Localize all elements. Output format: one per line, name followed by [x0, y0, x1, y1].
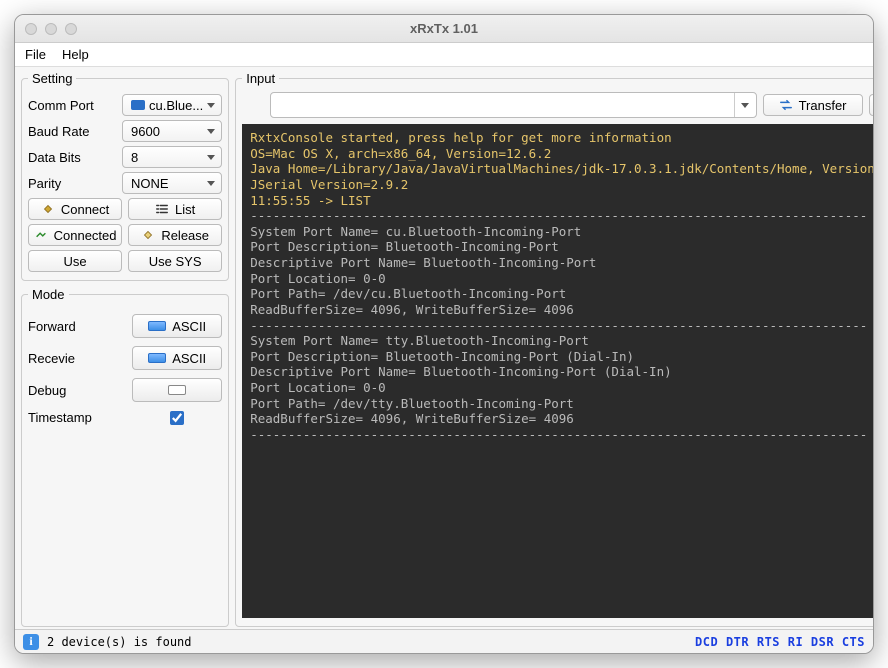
window-controls	[25, 23, 77, 35]
recevie-toggle[interactable]: ASCII	[132, 346, 222, 370]
input-combo[interactable]	[270, 92, 756, 118]
transfer-button[interactable]: Transfer	[763, 94, 863, 116]
debug-toggle[interactable]	[132, 378, 222, 402]
plug-connected-icon	[34, 228, 48, 242]
info-icon: i	[23, 634, 39, 650]
input-bar: Transfer Clear	[242, 90, 873, 124]
list-button[interactable]: List	[128, 198, 222, 220]
recevie-value: ASCII	[172, 351, 206, 366]
forward-value: ASCII	[172, 319, 206, 334]
list-icon	[155, 202, 169, 216]
minimize-icon[interactable]	[45, 23, 57, 35]
input-field[interactable]	[271, 93, 733, 117]
close-icon[interactable]	[25, 23, 37, 35]
data-bits-label: Data Bits	[28, 150, 118, 165]
toggle-knob-icon	[168, 385, 186, 395]
forward-label: Forward	[28, 319, 76, 334]
mode-panel: Mode Forward ASCII Recevie ASCII	[21, 287, 229, 627]
release-icon	[141, 228, 155, 242]
content-area: Setting Comm Port cu.Blue... Baud Rate 9…	[15, 67, 873, 629]
transfer-icon	[779, 98, 793, 112]
mode-legend: Mode	[28, 287, 69, 302]
menu-file[interactable]: File	[25, 47, 46, 62]
toggle-knob-icon	[148, 353, 166, 363]
console-startup: RxtxConsole started, press help for get …	[250, 130, 873, 208]
parity-label: Parity	[28, 176, 118, 191]
debug-label: Debug	[28, 383, 66, 398]
statusbar: i 2 device(s) is found DCD DTR RTS RI DS…	[15, 629, 873, 653]
use-button[interactable]: Use	[28, 250, 122, 272]
timestamp-checkbox[interactable]	[170, 411, 184, 425]
connect-button[interactable]: Connect	[28, 198, 122, 220]
recevie-label: Recevie	[28, 351, 75, 366]
menu-help[interactable]: Help	[62, 47, 89, 62]
signal-indicators: DCD DTR RTS RI DSR CTS	[695, 635, 865, 649]
parity-value: NONE	[131, 176, 169, 191]
input-panel: Input Transfer	[235, 71, 873, 627]
plug-icon	[41, 202, 55, 216]
baud-rate-select[interactable]: 9600	[122, 120, 222, 142]
maximize-icon[interactable]	[65, 23, 77, 35]
baud-rate-value: 9600	[131, 124, 160, 139]
status-message: 2 device(s) is found	[47, 635, 192, 649]
comm-port-label: Comm Port	[28, 98, 118, 113]
clear-button[interactable]: Clear	[869, 94, 873, 116]
setting-panel: Setting Comm Port cu.Blue... Baud Rate 9…	[21, 71, 229, 281]
use-sys-button[interactable]: Use SYS	[128, 250, 222, 272]
titlebar: xRxTx 1.01	[15, 15, 873, 43]
left-panel: Setting Comm Port cu.Blue... Baud Rate 9…	[21, 71, 229, 627]
timestamp-label: Timestamp	[28, 410, 92, 425]
window-title: xRxTx 1.01	[15, 21, 873, 36]
parity-select[interactable]: NONE	[122, 172, 222, 194]
data-bits-select[interactable]: 8	[122, 146, 222, 168]
comm-port-select[interactable]: cu.Blue...	[122, 94, 222, 116]
baud-rate-label: Baud Rate	[28, 124, 118, 139]
toggle-knob-icon	[148, 321, 166, 331]
chevron-down-icon[interactable]	[734, 93, 756, 117]
port-icon	[131, 100, 145, 110]
forward-toggle[interactable]: ASCII	[132, 314, 222, 338]
release-button[interactable]: Release	[128, 224, 222, 246]
app-window: xRxTx 1.01 File Help Setting Comm Port c…	[14, 14, 874, 654]
data-bits-value: 8	[131, 150, 138, 165]
right-panel: Input Transfer	[235, 71, 873, 627]
console-output[interactable]: RxtxConsole started, press help for get …	[242, 124, 873, 618]
connected-button[interactable]: Connected	[28, 224, 122, 246]
comm-port-value: cu.Blue...	[149, 98, 203, 113]
setting-legend: Setting	[28, 71, 76, 86]
input-legend: Input	[242, 71, 279, 86]
menubar: File Help	[15, 43, 873, 67]
console-ports: ----------------------------------------…	[250, 208, 867, 442]
